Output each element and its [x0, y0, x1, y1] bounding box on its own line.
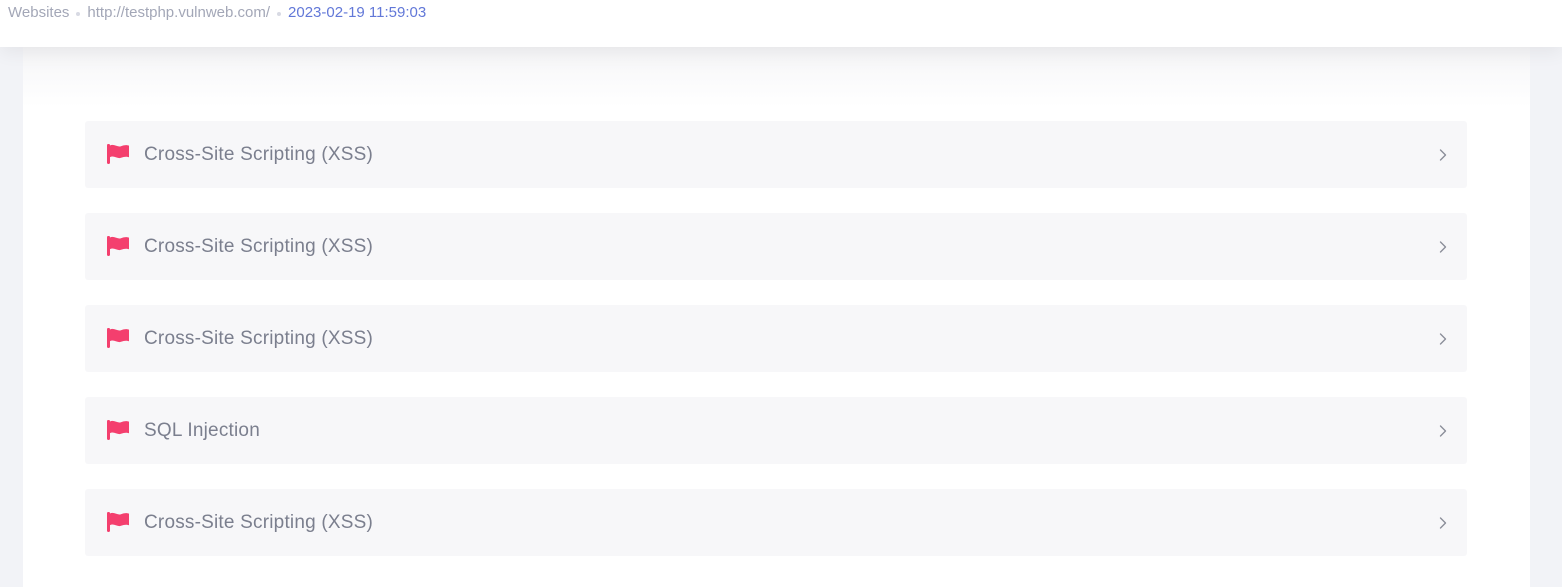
- breadcrumb: Websites http://testphp.vulnweb.com/ 202…: [8, 4, 426, 22]
- vulnerability-item[interactable]: Cross-Site Scripting (XSS): [85, 305, 1467, 372]
- chevron-right-icon: [1439, 241, 1447, 253]
- vulnerability-title: Cross-Site Scripting (XSS): [144, 328, 374, 349]
- card-top-shadow: [23, 47, 1530, 107]
- vulnerability-title: Cross-Site Scripting (XSS): [144, 512, 374, 533]
- chevron-right-icon: [1439, 149, 1447, 161]
- breadcrumb-separator: [76, 12, 81, 16]
- vulnerability-title: Cross-Site Scripting (XSS): [144, 236, 374, 257]
- breadcrumb-target-url[interactable]: http://testphp.vulnweb.com/: [87, 4, 270, 22]
- flag-icon: [107, 420, 129, 440]
- vulnerability-title: SQL Injection: [144, 420, 260, 441]
- page-background-strip: [1530, 47, 1562, 575]
- chevron-right-icon: [1439, 425, 1447, 437]
- results-card: Cross-Site Scripting (XSS) Cross-Site Sc…: [23, 47, 1530, 587]
- vulnerability-item[interactable]: Cross-Site Scripting (XSS): [85, 213, 1467, 280]
- vulnerability-list: Cross-Site Scripting (XSS) Cross-Site Sc…: [85, 121, 1467, 581]
- breadcrumb-separator: [277, 12, 282, 16]
- flag-icon: [107, 512, 129, 532]
- flag-icon: [107, 144, 129, 164]
- flag-icon: [107, 236, 129, 256]
- breadcrumb-scan-time: 2023-02-19 11:59:03: [288, 4, 427, 21]
- breadcrumb-websites[interactable]: Websites: [8, 4, 69, 22]
- vulnerability-item[interactable]: Cross-Site Scripting (XSS): [85, 121, 1467, 188]
- chevron-right-icon: [1439, 333, 1447, 345]
- vulnerability-item[interactable]: SQL Injection: [85, 397, 1467, 464]
- vulnerability-item[interactable]: Cross-Site Scripting (XSS): [85, 489, 1467, 556]
- top-bar: Websites http://testphp.vulnweb.com/ 202…: [0, 0, 1562, 47]
- chevron-right-icon: [1439, 517, 1447, 529]
- flag-icon: [107, 328, 129, 348]
- vulnerability-title: Cross-Site Scripting (XSS): [144, 144, 374, 165]
